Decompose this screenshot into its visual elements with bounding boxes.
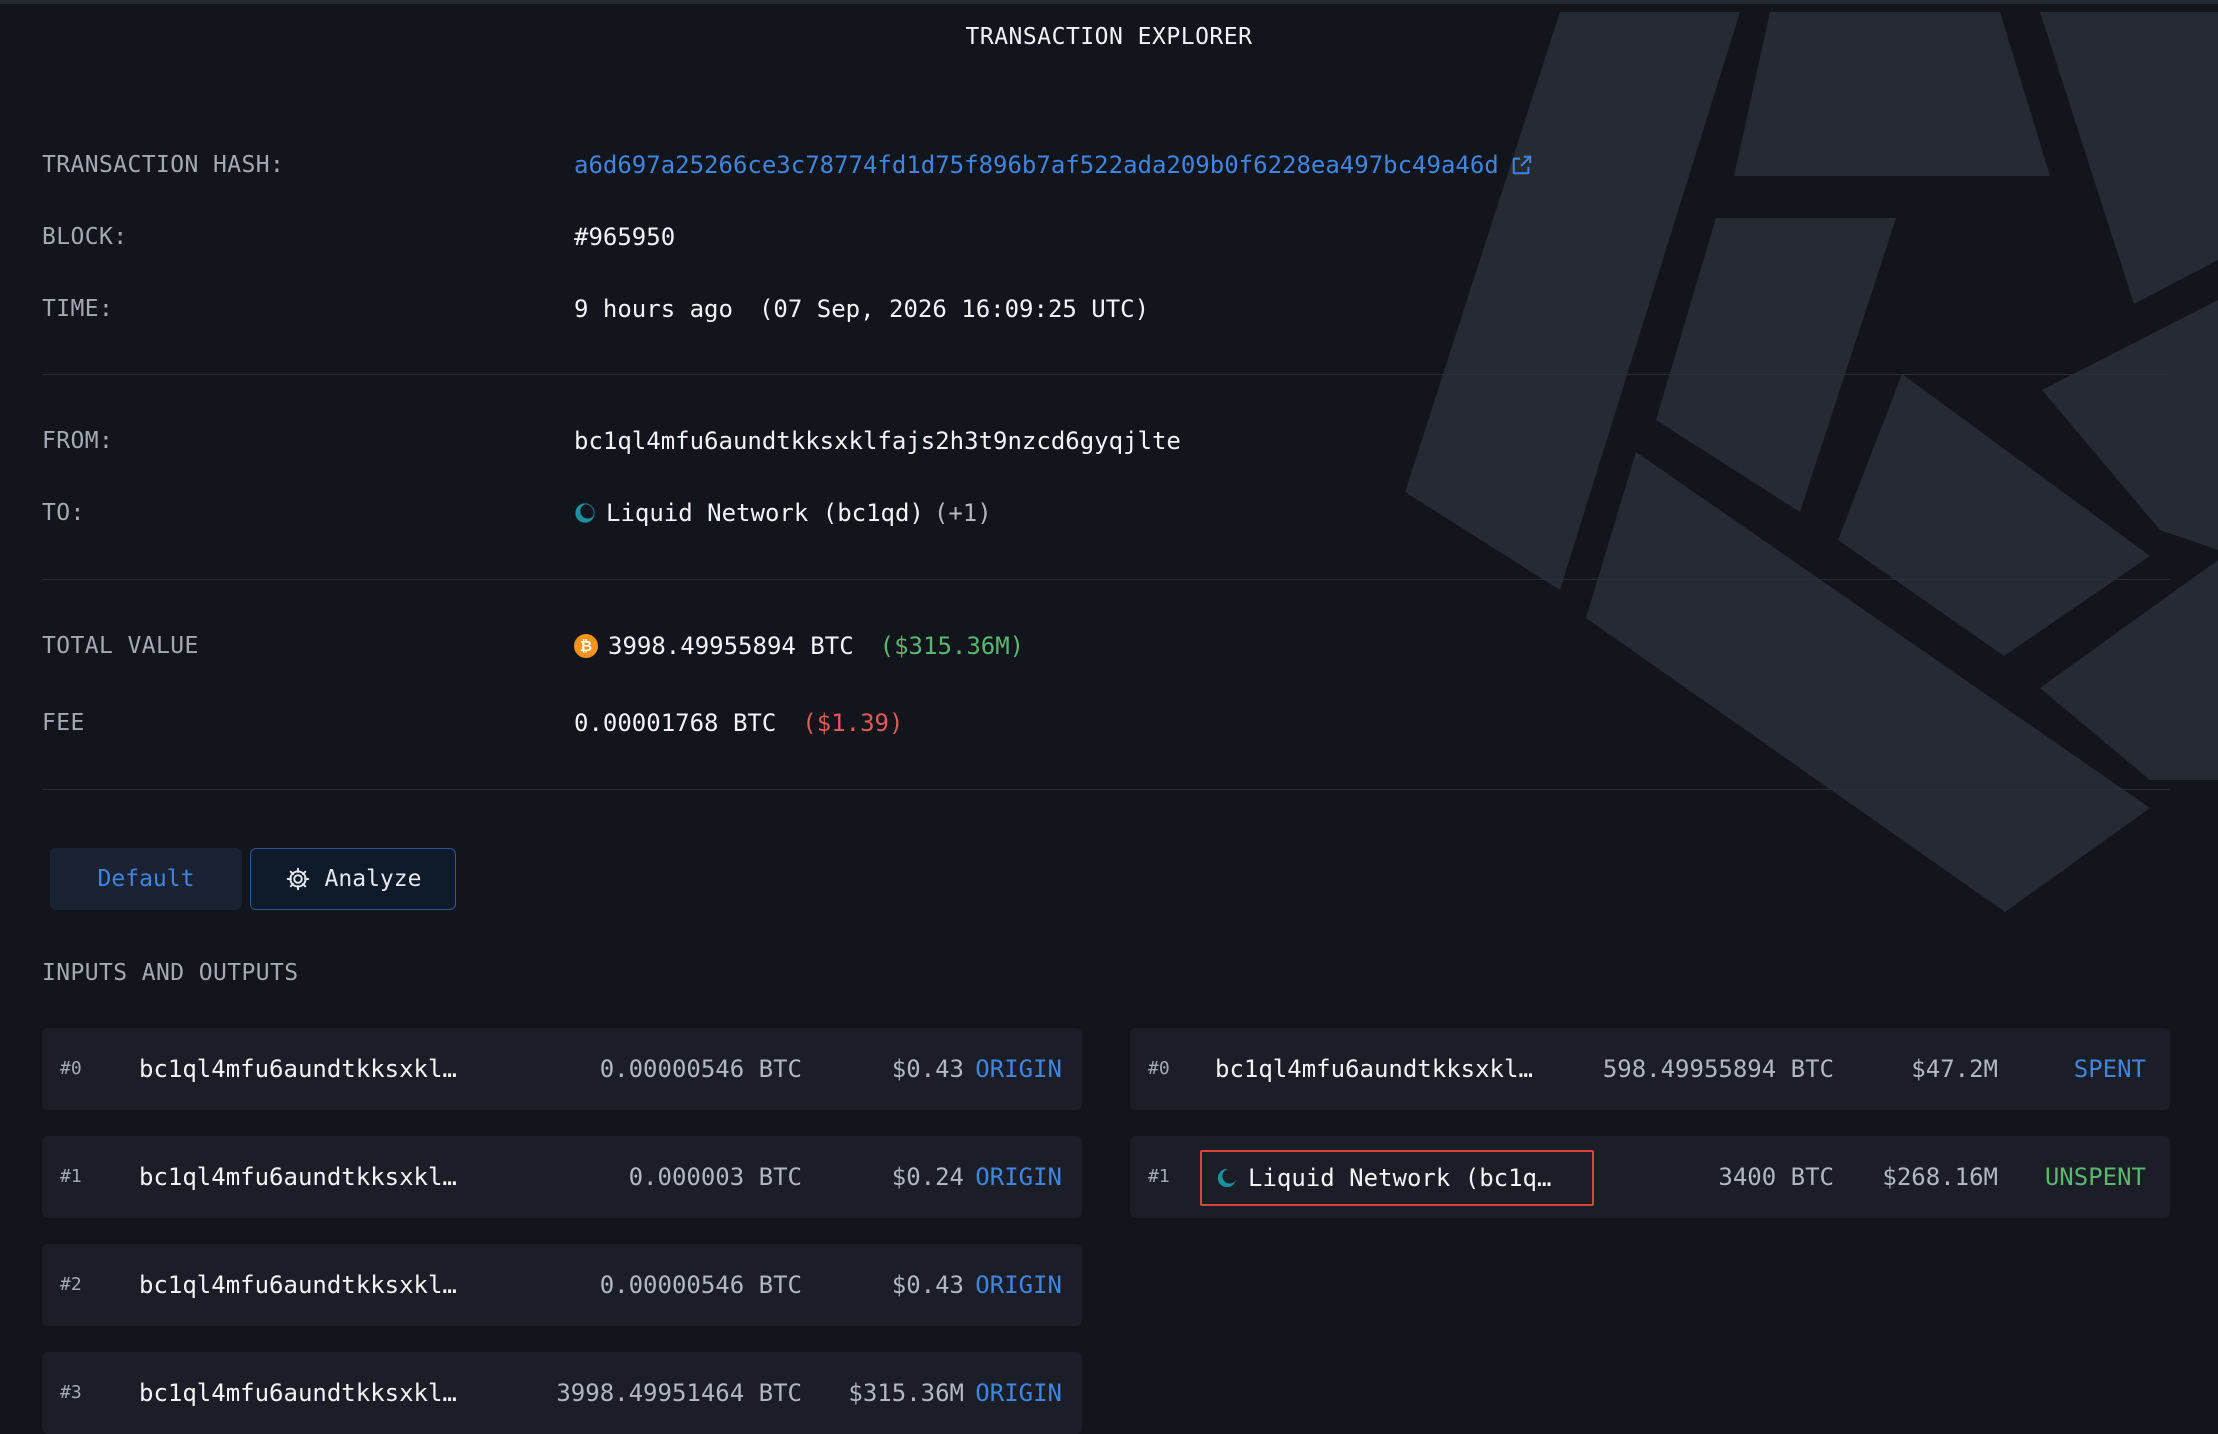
time-label: TIME: bbox=[42, 296, 114, 322]
block-number: #965950 bbox=[574, 223, 676, 251]
divider bbox=[42, 579, 2170, 580]
block-label: BLOCK: bbox=[42, 224, 128, 250]
input-amount: 3998.49951464 BTC bbox=[556, 1379, 802, 1407]
input-row[interactable]: #3 bc1ql4mfu6aundtkksxkl… 3998.49951464 … bbox=[42, 1352, 1082, 1434]
divider bbox=[42, 374, 2170, 375]
total-value-btc: 3998.49955894 BTC bbox=[608, 632, 854, 660]
input-index: #3 bbox=[60, 1382, 82, 1403]
output-address[interactable]: bc1ql4mfu6aundtkksxklf… bbox=[1215, 1028, 1540, 1110]
to-row: TO: Liquid Network (bc1qd) (+1) bbox=[42, 493, 992, 533]
output-index: #0 bbox=[1148, 1058, 1170, 1079]
from-address[interactable]: bc1ql4mfu6aundtkksxklfajs2h3t9nzcd6gyqjl… bbox=[574, 427, 1181, 455]
fee-usd: ($1.39) bbox=[802, 709, 904, 737]
divider bbox=[42, 789, 2170, 790]
input-row[interactable]: #1 bc1ql4mfu6aundtkksxkl… 0.000003 BTC $… bbox=[42, 1136, 1082, 1218]
total-value-usd: ($315.36M) bbox=[879, 632, 1025, 660]
input-amount: 0.00000546 BTC bbox=[599, 1271, 802, 1299]
output-address[interactable]: Liquid Network (bc1q… bbox=[1248, 1164, 1551, 1192]
time-row: TIME: 9 hours ago (07 Sep, 2026 16:09:25… bbox=[42, 289, 1149, 329]
hash-row: TRANSACTION HASH: a6d697a25266ce3c78774f… bbox=[42, 145, 1533, 185]
hash-label: TRANSACTION HASH: bbox=[42, 152, 285, 178]
fee-btc: 0.00001768 BTC bbox=[574, 709, 777, 737]
from-row: FROM: bc1ql4mfu6aundtkksxklfajs2h3t9nzcd… bbox=[42, 421, 1181, 461]
to-label: TO: bbox=[42, 500, 85, 526]
input-usd: $0.43 bbox=[891, 1055, 964, 1083]
input-status: ORIGIN bbox=[975, 1271, 1062, 1299]
default-tab-button[interactable]: Default bbox=[50, 848, 242, 910]
inputs-outputs-title: INPUTS AND OUTPUTS bbox=[42, 960, 299, 986]
total-value-label: TOTAL VALUE bbox=[42, 633, 199, 659]
gear-icon bbox=[286, 867, 309, 891]
analyze-tab-button[interactable]: Analyze bbox=[250, 848, 456, 910]
input-row[interactable]: #2 bc1ql4mfu6aundtkksxkl… 0.00000546 BTC… bbox=[42, 1244, 1082, 1326]
analyze-label: Analyze bbox=[324, 866, 422, 892]
input-address[interactable]: bc1ql4mfu6aundtkksxkl… bbox=[139, 1352, 459, 1434]
to-extra-count[interactable]: (+1) bbox=[934, 499, 992, 527]
transaction-explorer: TRANSACTION EXPLORER TRANSACTION HASH: a… bbox=[0, 0, 2218, 1434]
page-title: TRANSACTION EXPLORER bbox=[965, 24, 1253, 50]
transaction-hash-link[interactable]: a6d697a25266ce3c78774fd1d75f896b7af522ad… bbox=[574, 151, 1499, 179]
time-absolute: (07 Sep, 2026 16:09:25 UTC) bbox=[758, 295, 1150, 323]
input-status: ORIGIN bbox=[975, 1163, 1062, 1191]
input-amount: 0.000003 BTC bbox=[628, 1163, 802, 1191]
output-usd: $268.16M bbox=[1882, 1163, 1998, 1191]
output-row[interactable]: #0 bc1ql4mfu6aundtkksxklf… 598.49955894 … bbox=[1130, 1028, 2170, 1110]
block-row: BLOCK: #965950 bbox=[42, 217, 675, 257]
input-address[interactable]: bc1ql4mfu6aundtkksxkl… bbox=[139, 1244, 459, 1326]
input-status: ORIGIN bbox=[975, 1055, 1062, 1083]
input-usd: $0.24 bbox=[891, 1163, 964, 1191]
time-relative: 9 hours ago bbox=[574, 295, 733, 323]
output-amount: 598.49955894 BTC bbox=[1602, 1055, 1834, 1083]
external-link-icon[interactable] bbox=[1511, 154, 1533, 176]
input-status: ORIGIN bbox=[975, 1379, 1062, 1407]
total-value-row: TOTAL VALUE ₿ 3998.49955894 BTC ($315.36… bbox=[42, 626, 1024, 666]
from-label: FROM: bbox=[42, 428, 114, 454]
input-index: #0 bbox=[60, 1058, 82, 1079]
fee-row: FEE 0.00001768 BTC ($1.39) bbox=[42, 703, 903, 743]
input-usd: $0.43 bbox=[891, 1271, 964, 1299]
bitcoin-icon: ₿ bbox=[574, 634, 598, 658]
output-status: UNSPENT bbox=[2044, 1163, 2146, 1191]
output-status: SPENT bbox=[2073, 1055, 2146, 1083]
liquid-network-icon bbox=[1217, 1168, 1238, 1188]
input-index: #1 bbox=[60, 1166, 82, 1187]
output-usd: $47.2M bbox=[1911, 1055, 1998, 1083]
input-amount: 0.00000546 BTC bbox=[599, 1055, 802, 1083]
input-usd: $315.36M bbox=[848, 1379, 964, 1407]
highlighted-output-address[interactable]: Liquid Network (bc1q… bbox=[1200, 1150, 1594, 1206]
input-address[interactable]: bc1ql4mfu6aundtkksxkl… bbox=[139, 1136, 459, 1218]
fee-label: FEE bbox=[42, 710, 85, 736]
input-index: #2 bbox=[60, 1274, 82, 1295]
to-address[interactable]: Liquid Network (bc1qd) bbox=[606, 499, 924, 527]
input-row[interactable]: #0 bc1ql4mfu6aundtkksxkl… 0.00000546 BTC… bbox=[42, 1028, 1082, 1110]
output-index: #1 bbox=[1148, 1166, 1170, 1187]
liquid-network-icon bbox=[575, 503, 596, 523]
input-address[interactable]: bc1ql4mfu6aundtkksxkl… bbox=[139, 1028, 459, 1110]
